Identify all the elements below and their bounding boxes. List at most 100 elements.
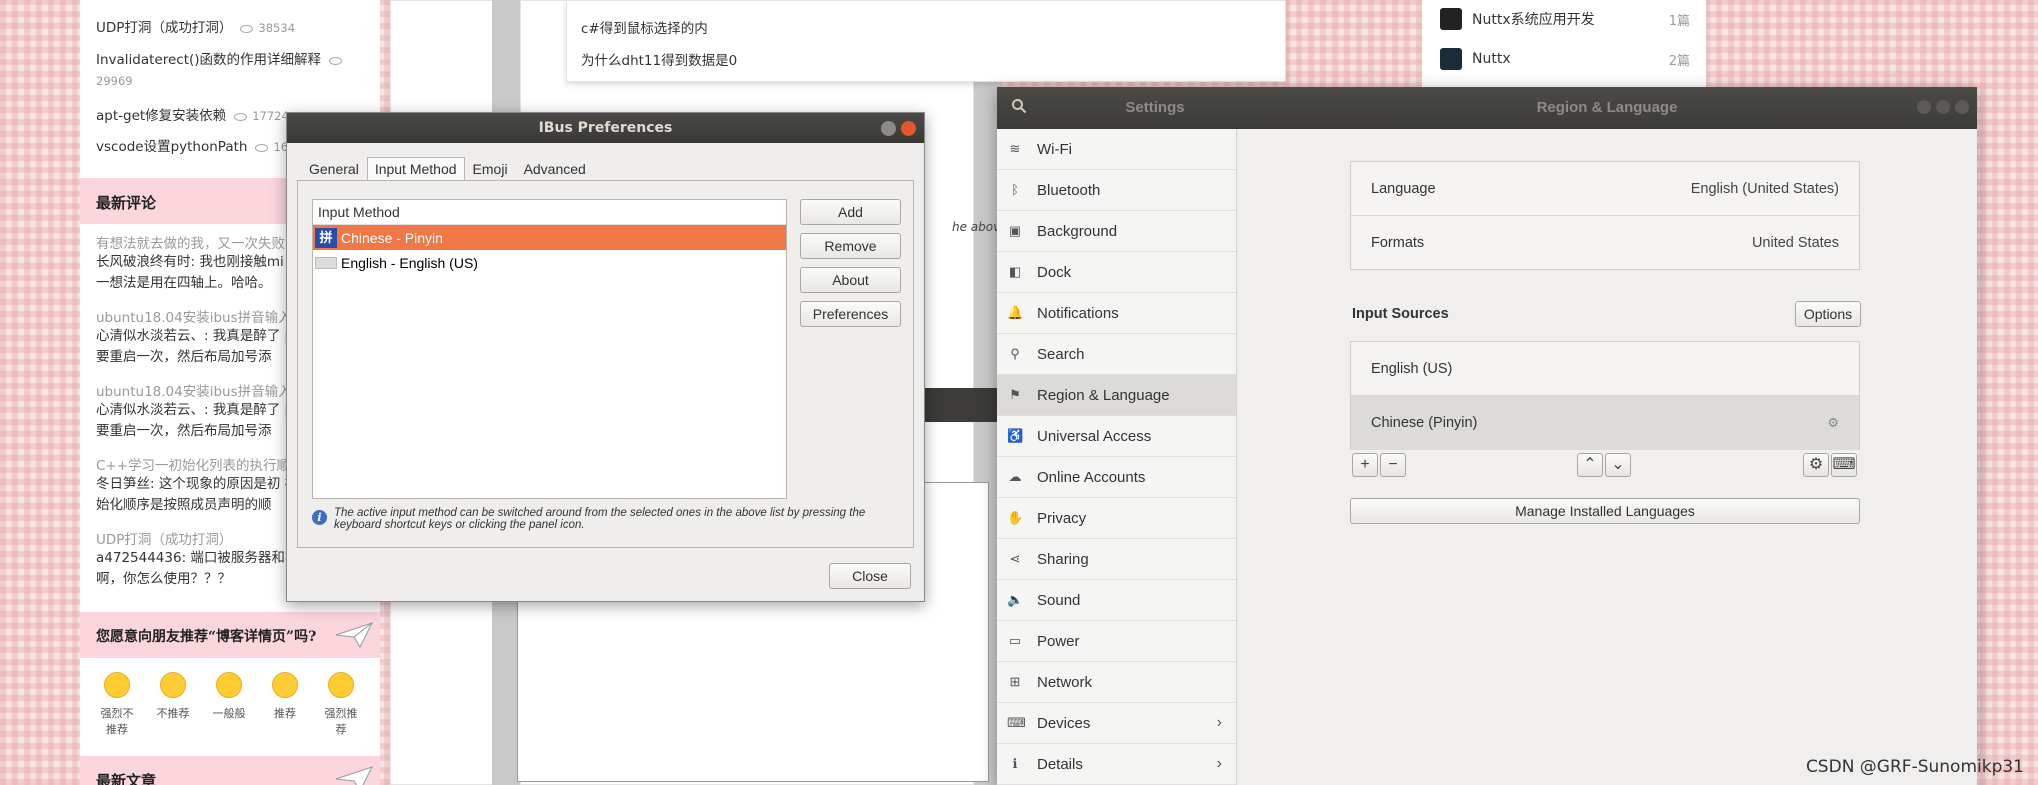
recommend-heading: 您愿意向朋友推荐“博客详情页”吗? <box>80 612 380 658</box>
latest-articles-heading: 最新文章 <box>80 756 380 785</box>
input-source-row[interactable]: Chinese (Pinyin) ⚙ <box>1351 396 1859 450</box>
sidebar-item-label: Wi-Fi <box>1037 140 1072 158</box>
sidebar-item-sharing[interactable]: ⋖ Sharing <box>997 539 1236 580</box>
sidebar-item-label: Privacy <box>1037 509 1087 527</box>
hot-article-link[interactable]: Invalidaterect()函数的作用详细解释 <box>96 48 347 68</box>
rating-option[interactable]: 一般般 <box>208 672 250 737</box>
input-method-row[interactable]: English - English (US) <box>313 250 786 275</box>
language-row[interactable]: Language English (United States) <box>1351 162 1859 216</box>
sidebar-item-devices[interactable]: ⌨ Devices › <box>997 703 1236 744</box>
input-method-panel: Input Method 拼 Chinese - Pinyin English … <box>297 180 914 548</box>
sidebar-item-label: Sound <box>1037 591 1081 609</box>
sidebar-item-sound[interactable]: 🔈 Sound <box>997 580 1236 621</box>
rating-option[interactable]: 强烈不推荐 <box>96 672 138 737</box>
suggestion-item[interactable]: c#得到鼠标选择的内 <box>581 17 708 37</box>
ibus-preferences-dialog: IBus Preferences General Input Method Em… <box>286 112 925 602</box>
sidebar-item-network[interactable]: ⊞ Network <box>997 662 1236 703</box>
minimize-icon[interactable] <box>881 121 896 136</box>
input-source-row[interactable]: English (US) <box>1351 342 1859 396</box>
search-icon: ⚲ <box>1010 346 1020 361</box>
bell-icon: 🔔 <box>1007 305 1024 320</box>
sidebar-item-wifi[interactable]: ≋ Wi-Fi <box>997 129 1236 170</box>
ibus-titlebar[interactable]: IBus Preferences <box>287 113 924 143</box>
category-item[interactable]: Nuttx 2篇 <box>1440 48 1690 70</box>
sidebar-item-search[interactable]: ⚲ Search <box>997 334 1236 375</box>
rating-option[interactable]: 强烈推荐 <box>320 672 362 737</box>
sidebar-item-universal-access[interactable]: ♿ Universal Access <box>997 416 1236 457</box>
hot-article-link[interactable]: UDP打洞（成功打洞） 38534 <box>96 16 295 36</box>
sidebar-item-label: Dock <box>1037 263 1072 281</box>
sidebar-item-notifications[interactable]: 🔔 Notifications <box>997 293 1236 334</box>
sidebar-item-label: Sharing <box>1037 550 1089 568</box>
remove-button[interactable]: Remove <box>800 233 901 259</box>
chevron-right-icon: › <box>1216 714 1222 731</box>
add-source-button[interactable]: + <box>1352 453 1378 477</box>
formats-row[interactable]: Formats United States <box>1351 216 1859 270</box>
comment-article-link[interactable]: ubuntu18.04安装ibus拼音输入 <box>96 306 306 326</box>
sidebar-item-details[interactable]: ℹ Details › <box>997 744 1236 785</box>
pinyin-icon: 拼 <box>315 227 337 248</box>
close-icon[interactable] <box>901 121 916 136</box>
move-down-button[interactable]: ⌄ <box>1605 453 1631 477</box>
settings-headerbar[interactable]: Settings Region & Language <box>997 87 1977 129</box>
minimize-icon[interactable] <box>1917 100 1931 114</box>
comment-text: 心清似水淡若云、: 我真是醉了 p要重启一次，然后布局加号添 <box>96 328 294 365</box>
tab-emoji[interactable]: Emoji <box>465 157 516 181</box>
grin-face-icon <box>328 672 354 698</box>
suggestion-item[interactable]: 为什么dht11得到数据是0 <box>581 49 737 69</box>
settings-title: Settings <box>1125 99 1185 116</box>
about-button[interactable]: About <box>800 267 901 293</box>
sidebar-item-privacy[interactable]: ✋ Privacy <box>997 498 1236 539</box>
comment-article-link[interactable]: C++学习一初始化列表的执行顺 <box>96 454 306 474</box>
tab-general[interactable]: General <box>301 157 367 181</box>
search-icon[interactable] <box>1011 98 1027 114</box>
category-icon <box>1440 48 1462 70</box>
input-source-label: English (US) <box>1371 360 1453 377</box>
hand-icon: ✋ <box>1007 510 1024 525</box>
dock-icon: ◧ <box>1008 264 1022 279</box>
formats-value: United States <box>1751 235 1839 251</box>
category-count: 1篇 <box>1668 13 1690 29</box>
sidebar-item-power[interactable]: ▭ Power <box>997 621 1236 662</box>
manage-languages-button[interactable]: Manage Installed Languages <box>1350 498 1860 524</box>
rating-option[interactable]: 推荐 <box>264 672 306 737</box>
add-button[interactable]: Add <box>800 199 901 225</box>
rating-option[interactable]: 不推荐 <box>152 672 194 737</box>
sidebar-item-online-accounts[interactable]: ☁ Online Accounts <box>997 457 1236 498</box>
tab-advanced[interactable]: Advanced <box>516 157 594 181</box>
hot-article-link[interactable]: apt-get修复安装依赖 17724 <box>96 104 289 124</box>
sidebar-item-dock[interactable]: ◧ Dock <box>997 252 1236 293</box>
sidebar-item-region-language[interactable]: ⚑ Region & Language <box>997 375 1236 416</box>
preferences-button[interactable]: Preferences <box>800 301 901 327</box>
comment-article-link[interactable]: 有想法就去做的我，又一次失败 <box>96 232 306 252</box>
region-language-panel: Language English (United States) Formats… <box>1237 129 1977 785</box>
sidebar-item-bluetooth[interactable]: ᛒ Bluetooth <box>997 170 1236 211</box>
options-button[interactable]: Options <box>1795 301 1861 327</box>
hot-article-link[interactable]: vscode设置pythonPath 161 <box>96 135 295 155</box>
battery-icon: ▭ <box>1008 633 1022 648</box>
sidebar-item-label: Region & Language <box>1037 386 1170 404</box>
move-up-button[interactable]: ⌃ <box>1577 453 1603 477</box>
sidebar-item-label: Notifications <box>1037 304 1119 322</box>
settings-gear-icon[interactable]: ⚙ <box>1827 415 1839 431</box>
rating-label: 强烈不推荐 <box>100 707 134 736</box>
angry-face-icon <box>104 672 130 698</box>
keyboard-layout-button[interactable]: ⌨ <box>1831 453 1857 477</box>
comment-article-link[interactable]: UDP打洞（成功打洞） <box>96 528 306 548</box>
close-button[interactable]: Close <box>829 563 911 589</box>
info-icon: ℹ <box>1012 756 1018 771</box>
smile-face-icon <box>272 672 298 698</box>
neutral-face-icon <box>216 672 242 698</box>
article-title: Invalidaterect()函数的作用详细解释 <box>96 52 322 68</box>
input-method-row[interactable]: 拼 Chinese - Pinyin <box>313 225 786 250</box>
comment-article-link[interactable]: ubuntu18.04安装ibus拼音输入 <box>96 380 306 400</box>
sidebar-item-background[interactable]: ▣ Background <box>997 211 1236 252</box>
close-icon[interactable] <box>1955 100 1969 114</box>
tab-input-method[interactable]: Input Method <box>366 157 465 181</box>
rating-row: 强烈不推荐 不推荐 一般般 推荐 强烈推荐 <box>96 672 362 737</box>
comment-text: a472544436: 端口被服务器和客 啊，你怎么使用？？？ <box>96 550 299 587</box>
maximize-icon[interactable] <box>1936 100 1950 114</box>
category-item[interactable]: Nuttx系统应用开发 1篇 <box>1440 8 1690 30</box>
remove-source-button[interactable]: − <box>1380 453 1406 477</box>
source-settings-button[interactable]: ⚙ <box>1803 453 1829 477</box>
